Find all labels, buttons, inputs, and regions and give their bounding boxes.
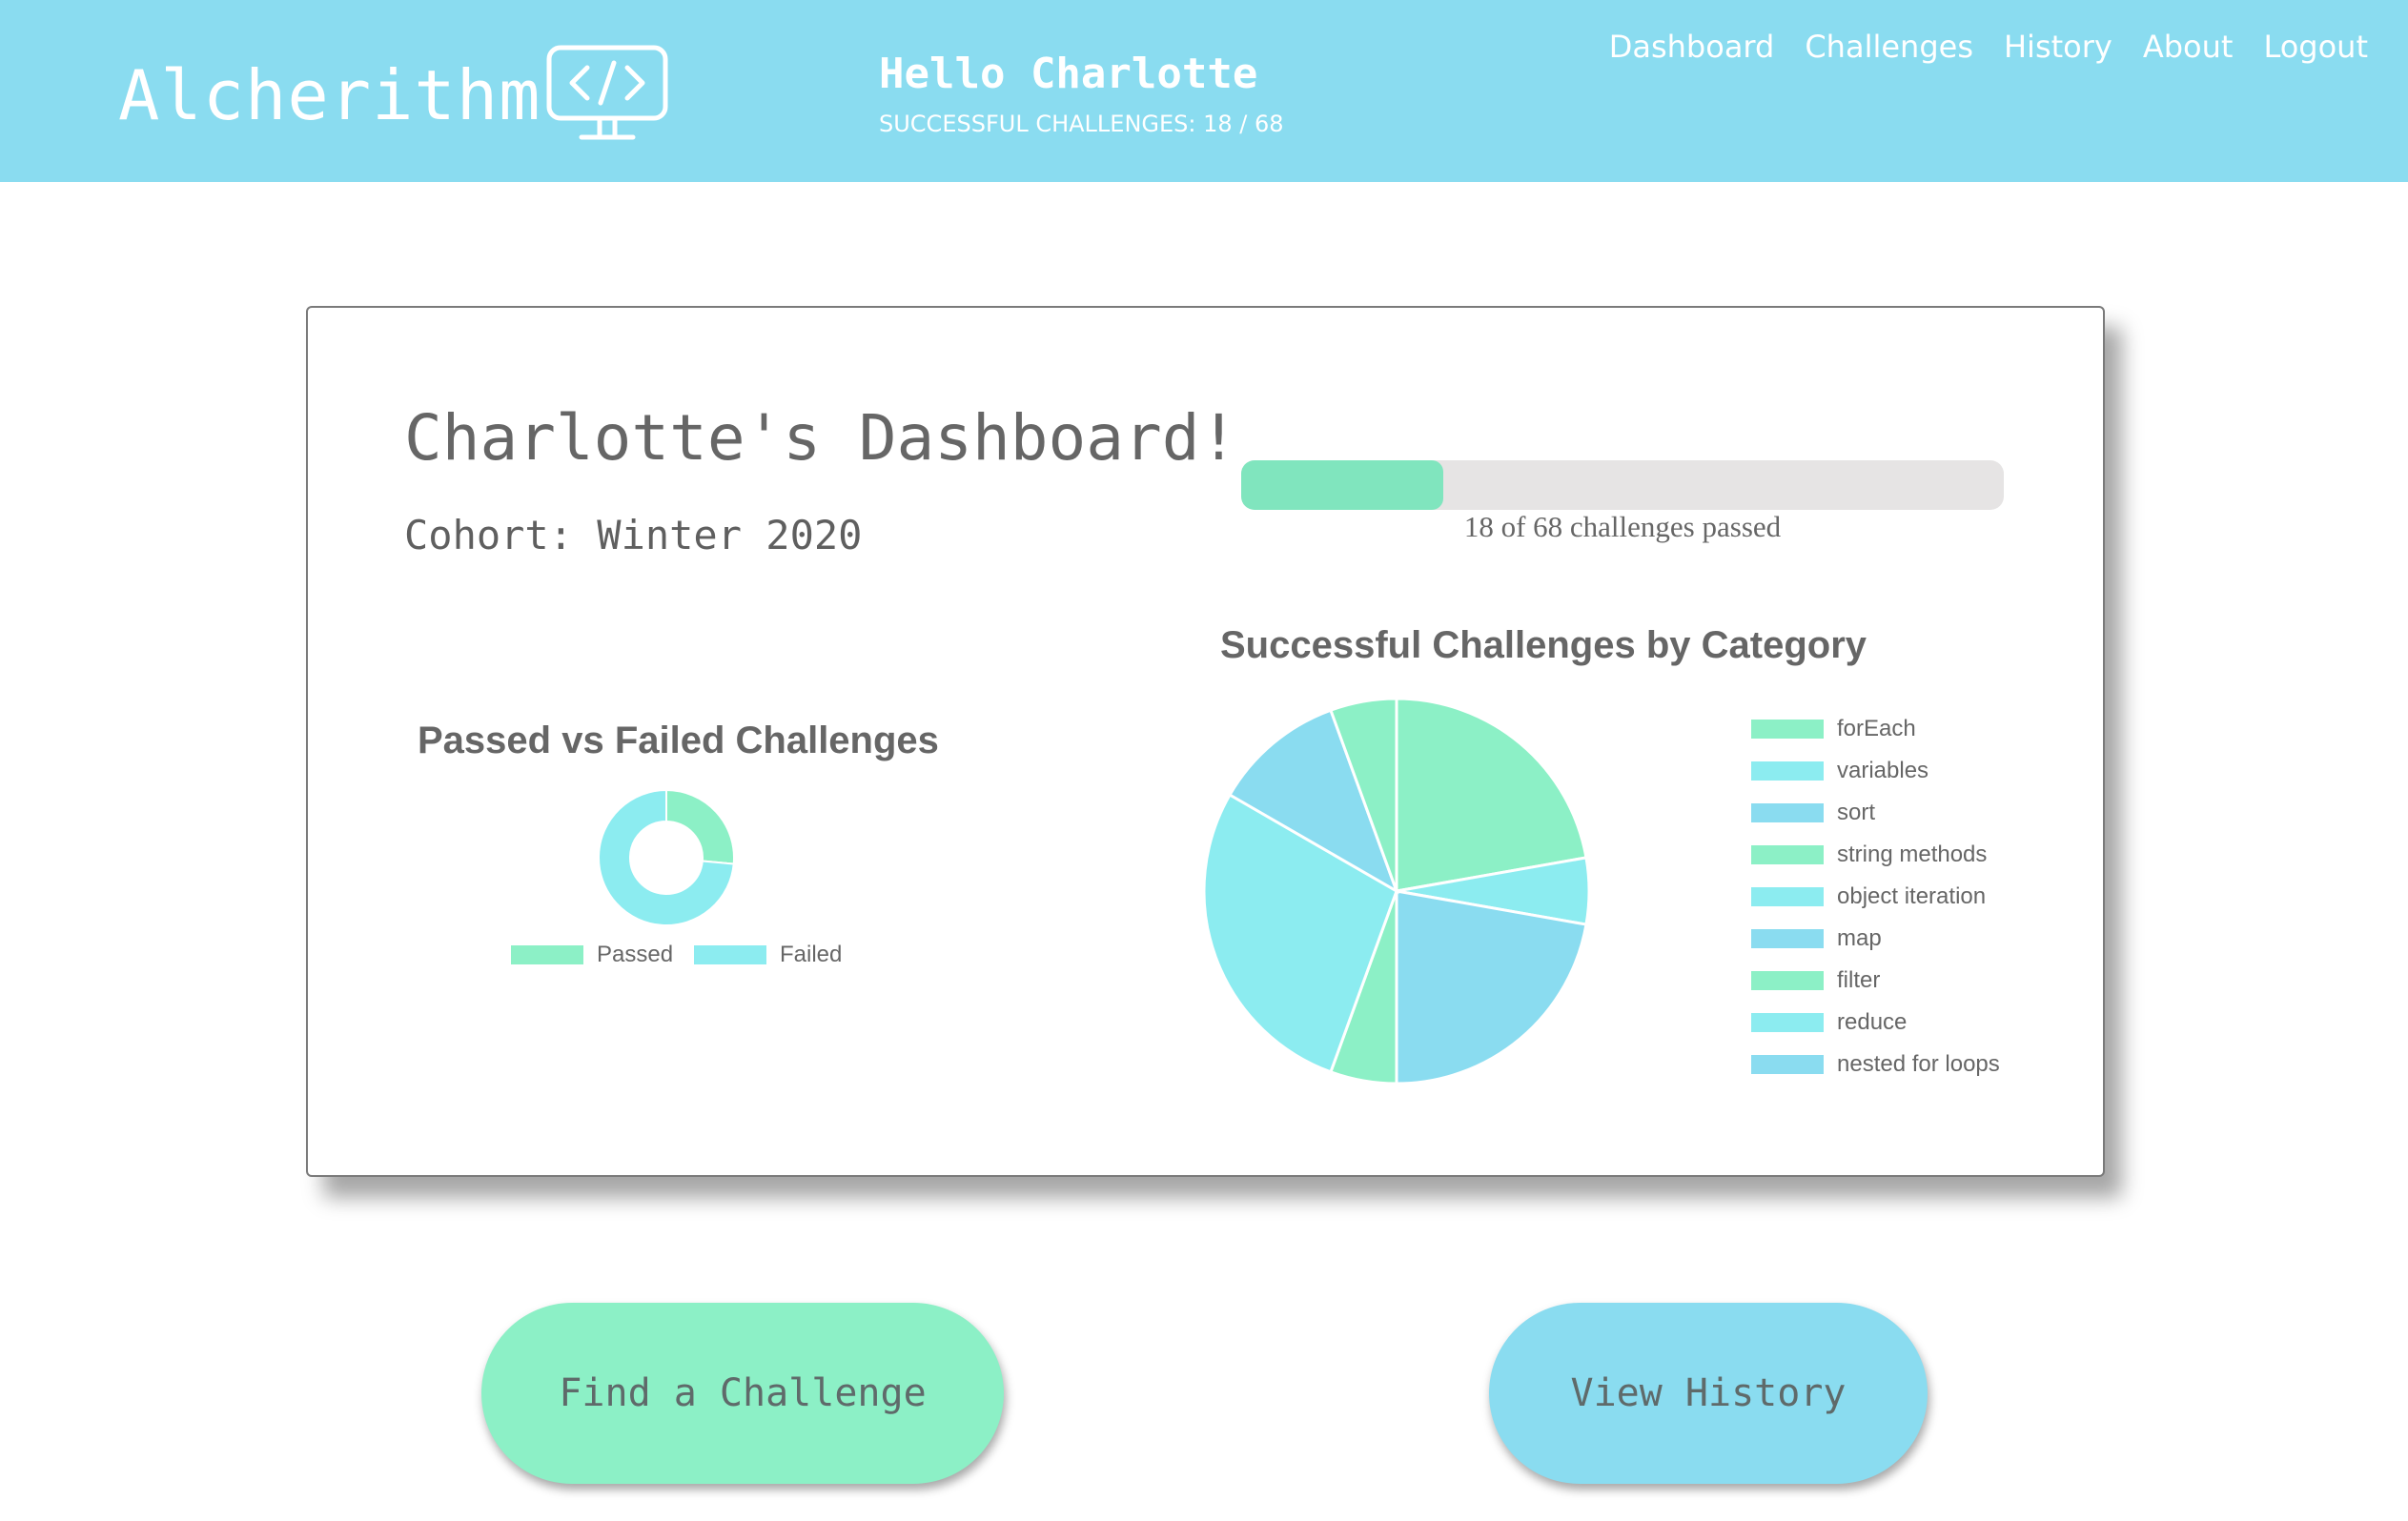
- legend-swatch: [1751, 845, 1824, 864]
- find-challenge-button[interactable]: Find a Challenge: [481, 1303, 1004, 1484]
- successful-challenges-count: SUCCESSFUL CHALLENGES: 18 / 68: [879, 111, 1284, 137]
- pie-chart-title: Successful Challenges by Category: [1220, 624, 1867, 666]
- pie-legend-item: string methods: [1751, 842, 1987, 868]
- nav-about[interactable]: About: [2143, 29, 2234, 65]
- legend-swatch: [1751, 887, 1824, 906]
- legend-label: nested for loops: [1837, 1051, 2000, 1077]
- pie-legend-item: variables: [1751, 758, 1928, 784]
- legend-label: Passed: [597, 942, 674, 967]
- top-header: Alcherithm Hello Charlotte SUCCESSFUL CH…: [0, 0, 2408, 182]
- monitor-code-icon: [546, 45, 668, 140]
- legend-swatch: [1751, 1013, 1824, 1032]
- pie-legend-item: forEach: [1751, 716, 1916, 742]
- legend-label: Failed: [780, 942, 843, 967]
- pie-legend-item: map: [1751, 925, 1882, 952]
- pie-legend-item: sort: [1751, 800, 1875, 826]
- legend-label: reduce: [1837, 1009, 1908, 1035]
- pie-legend-item: reduce: [1751, 1009, 1907, 1036]
- doughnut-slice-passed: [665, 788, 735, 865]
- legend-label: string methods: [1837, 842, 1988, 867]
- dashboard-title: Charlotte's Dashboard!: [404, 401, 1238, 475]
- cohort-label: Cohort: Winter 2020: [404, 512, 863, 558]
- nav-history[interactable]: History: [2004, 29, 2112, 65]
- legend-swatch: [1751, 971, 1824, 990]
- legend-swatch: [1751, 803, 1824, 822]
- pie-legend-item: filter: [1751, 967, 1880, 994]
- passed-failed-doughnut-chart: [598, 788, 735, 926]
- legend-passed: Passed: [511, 942, 673, 968]
- legend-label: variables: [1837, 758, 1929, 783]
- doughnut-chart-title: Passed vs Failed Challenges: [418, 720, 939, 761]
- progress-bar: [1241, 460, 2004, 510]
- legend-swatch: [511, 945, 583, 964]
- legend-label: map: [1837, 925, 1882, 951]
- greeting-text: Hello Charlotte: [879, 50, 1258, 98]
- progress-label: 18 of 68 challenges passed: [1463, 510, 1782, 543]
- dashboard-card: Charlotte's Dashboard! Cohort: Winter 20…: [306, 306, 2105, 1177]
- legend-swatch: [1751, 720, 1824, 739]
- main-nav: Dashboard Challenges History About Logou…: [1609, 29, 2368, 65]
- pie-legend-item: nested for loops: [1751, 1051, 2000, 1078]
- legend-label: filter: [1837, 967, 1881, 993]
- pie-slice-sort: [1395, 889, 1588, 1085]
- legend-swatch: [694, 945, 766, 964]
- legend-label: forEach: [1837, 716, 1916, 741]
- legend-swatch: [1751, 761, 1824, 781]
- view-history-button[interactable]: View History: [1489, 1303, 1928, 1484]
- legend-failed: Failed: [694, 942, 842, 968]
- nav-challenges[interactable]: Challenges: [1805, 29, 1973, 65]
- legend-label: object iteration: [1837, 883, 1987, 909]
- legend-swatch: [1751, 1055, 1824, 1074]
- legend-swatch: [1751, 929, 1824, 948]
- nav-dashboard[interactable]: Dashboard: [1609, 29, 1775, 65]
- legend-label: sort: [1837, 800, 1876, 825]
- category-pie-chart: [1202, 697, 1591, 1085]
- nav-logout[interactable]: Logout: [2263, 29, 2368, 65]
- pie-legend-item: object iteration: [1751, 883, 1986, 910]
- progress-bar-fill: [1241, 460, 1443, 510]
- brand-name: Alcherithm: [118, 55, 541, 135]
